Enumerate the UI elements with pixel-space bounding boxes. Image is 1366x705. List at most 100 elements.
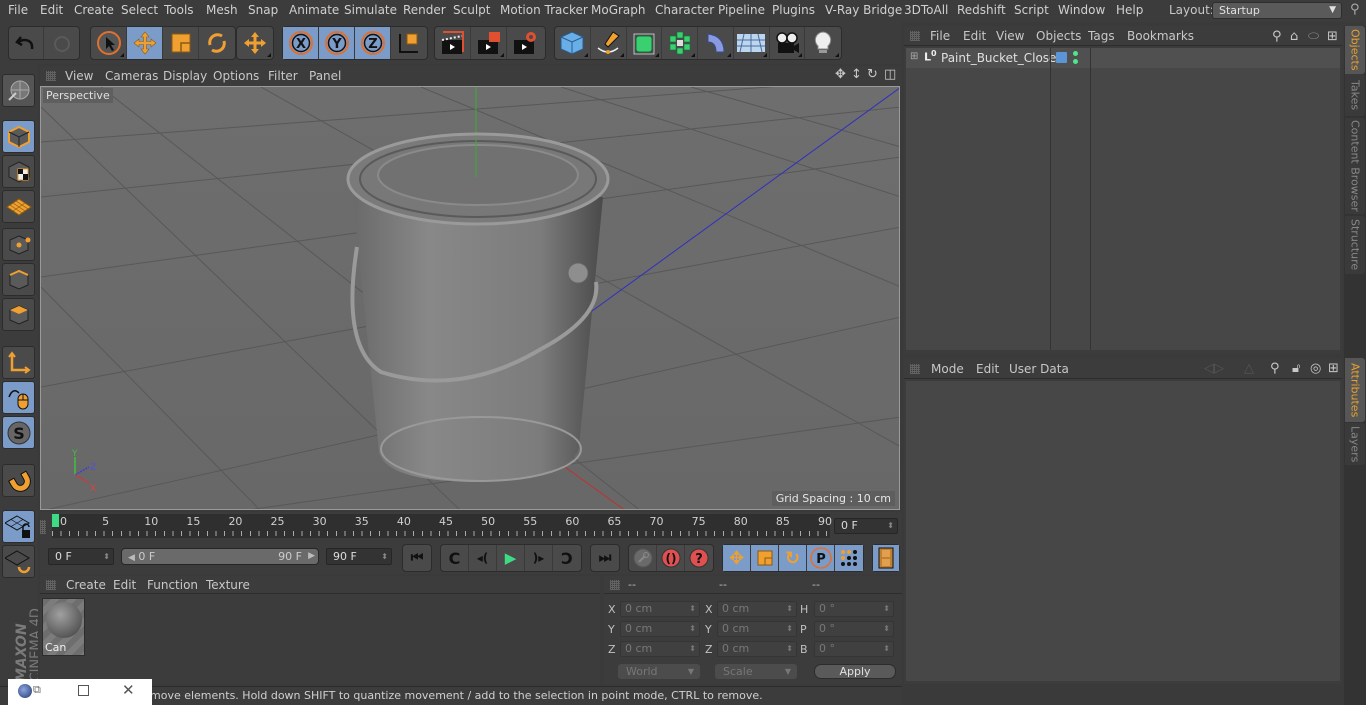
attributes-menu-user-data[interactable]: User Data <box>1009 362 1069 376</box>
next-frame-button[interactable]: )▸ <box>525 545 553 571</box>
viewport-menu-options[interactable]: Options <box>213 69 259 83</box>
cinema4d-app-icon[interactable] <box>18 684 32 698</box>
coord-value-field[interactable]: 0 ° ⬍ <box>814 621 894 637</box>
menu-tools[interactable]: Tools <box>164 3 194 17</box>
range-left-arrow-icon[interactable]: ◀ <box>128 553 135 563</box>
keyframe-selection-button[interactable]: ? <box>685 545 713 571</box>
coord-value-field[interactable]: 0 cm ⬍ <box>620 601 700 617</box>
go-to-end-button[interactable]: ⏭ <box>591 545 619 571</box>
layout-dropdown[interactable]: Startup ▼ <box>1212 2 1342 19</box>
previous-key-button[interactable]: C <box>441 545 469 571</box>
coordinate-mode-dropdown[interactable]: World ▼ <box>618 664 700 679</box>
menu-pipeline[interactable]: Pipeline <box>718 3 765 17</box>
play-button[interactable]: ▶ <box>497 545 525 571</box>
x-axis-lock-button[interactable]: X <box>283 27 319 59</box>
redo-button[interactable] <box>44 27 79 59</box>
pen-spline-button[interactable] <box>591 27 627 59</box>
editor-visibility-dot[interactable] <box>1073 51 1078 56</box>
material-menu-edit[interactable]: Edit <box>113 578 136 592</box>
undo-button[interactable] <box>9 27 45 59</box>
toggle-icon[interactable]: ⬭ <box>1308 29 1319 44</box>
tab-layers[interactable]: Layers <box>1345 423 1365 465</box>
tweak-mode-button[interactable] <box>2 381 35 414</box>
close-icon[interactable]: ✕ <box>122 681 135 699</box>
range-right-arrow-icon[interactable]: ▶ <box>308 549 315 564</box>
coord-value-field[interactable]: 0 cm ⬍ <box>717 621 797 637</box>
coord-value-field[interactable]: 0 cm ⬍ <box>620 621 700 637</box>
scale-key-button[interactable] <box>751 545 779 571</box>
subdivision-button[interactable] <box>627 27 663 59</box>
menu-mesh[interactable]: Mesh <box>206 3 238 17</box>
workplane-lock-button[interactable] <box>2 510 35 543</box>
snap-button[interactable] <box>2 464 35 497</box>
object-menu-objects[interactable]: Objects <box>1036 29 1081 43</box>
menu-render[interactable]: Render <box>403 3 446 17</box>
tab-structure[interactable]: Structure <box>1345 216 1365 274</box>
back-arrow-icon[interactable]: ◁▷ <box>1204 361 1224 376</box>
go-to-start-button[interactable]: ⏮ <box>403 545 431 571</box>
parameter-key-button[interactable]: P <box>807 545 835 571</box>
menu-sculpt[interactable]: Sculpt <box>453 3 490 17</box>
polygons-mode-button[interactable] <box>2 298 35 331</box>
target-icon[interactable]: ◎ <box>1310 361 1321 376</box>
attributes-menu-mode[interactable]: Mode <box>931 362 964 376</box>
points-mode-button[interactable] <box>2 228 35 261</box>
make-editable-button[interactable] <box>2 74 35 107</box>
coordinate-system-button[interactable] <box>391 27 427 59</box>
menu-script[interactable]: Script <box>1014 3 1049 17</box>
rotate-button[interactable] <box>199 27 235 59</box>
coord-value-field[interactable]: 0 cm ⬍ <box>620 641 700 657</box>
object-menu-edit[interactable]: Edit <box>963 29 986 43</box>
up-arrow-icon[interactable]: △ <box>1244 361 1254 376</box>
workplane-mode-button[interactable] <box>2 190 35 223</box>
viewport-menu-filter[interactable]: Filter <box>268 69 298 83</box>
material-swatch[interactable]: Can <box>42 598 85 656</box>
new-panel-icon[interactable]: ⊞ <box>1327 29 1338 44</box>
playhead-marker[interactable] <box>52 514 59 527</box>
menu-animate[interactable]: Animate <box>289 3 339 17</box>
attributes-menu-edit[interactable]: Edit <box>976 362 999 376</box>
panel-grip-icon[interactable] <box>610 580 620 590</box>
rotation-key-button[interactable]: ↻ <box>779 545 807 571</box>
material-menu-create[interactable]: Create <box>66 578 106 592</box>
viewport-menu-display[interactable]: Display <box>163 69 207 83</box>
start-frame-field[interactable]: 0 F ⬍ <box>48 548 114 565</box>
panel-grip-icon[interactable] <box>910 364 920 374</box>
z-axis-lock-button[interactable]: Z <box>355 27 391 59</box>
frame-range-slider[interactable]: ◀ 0 F 90 F ▶ <box>121 548 319 565</box>
layer-color-swatch[interactable] <box>1056 52 1067 63</box>
search-icon[interactable]: ⚲ <box>1270 361 1280 376</box>
render-settings-button[interactable] <box>507 27 543 59</box>
light-button[interactable] <box>805 27 841 59</box>
texture-mode-button[interactable] <box>2 155 35 188</box>
object-menu-bookmarks[interactable]: Bookmarks <box>1127 29 1194 43</box>
next-key-button[interactable]: Ↄ <box>553 545 581 571</box>
coord-value-field[interactable]: 0 ° ⬍ <box>814 641 894 657</box>
menu-plugins[interactable]: Plugins <box>772 3 815 17</box>
menu-vray-bridge[interactable]: V-Ray Bridge <box>825 3 902 17</box>
3d-viewport[interactable]: Y Z X Perspective Grid Spacing : 10 cm <box>40 86 900 510</box>
point-level-animation-button[interactable] <box>835 545 863 571</box>
home-icon[interactable]: ⌂ <box>1290 29 1298 44</box>
position-key-button[interactable]: ✥ <box>723 545 751 571</box>
render-picture-viewer-button[interactable] <box>471 27 507 59</box>
size-mode-dropdown[interactable]: Scale ▼ <box>715 664 797 679</box>
material-menu-texture[interactable]: Texture <box>206 578 250 592</box>
floor-button[interactable] <box>734 27 770 59</box>
live-selection-button[interactable] <box>91 27 127 59</box>
previous-frame-button[interactable]: ◂( <box>469 545 497 571</box>
move-button[interactable] <box>127 27 163 59</box>
menu-character[interactable]: Character <box>655 3 714 17</box>
bend-deformer-button[interactable] <box>698 27 734 59</box>
panel-grip-icon[interactable] <box>46 71 56 81</box>
solo-button[interactable]: S <box>2 416 35 449</box>
tab-attributes[interactable]: Attributes <box>1345 358 1365 422</box>
coord-value-field[interactable]: 0 cm ⬍ <box>717 641 797 657</box>
menu-edit[interactable]: Edit <box>40 3 63 17</box>
workplane-align-button[interactable] <box>2 545 35 578</box>
viewport-menu-panel[interactable]: Panel <box>309 69 341 83</box>
maximize-icon[interactable] <box>78 685 89 696</box>
end-frame-field[interactable]: 90 F ⬍ <box>326 548 392 565</box>
coord-value-field[interactable]: 0 cm ⬍ <box>717 601 797 617</box>
pan-view-icon[interactable]: ✥ <box>835 67 846 82</box>
